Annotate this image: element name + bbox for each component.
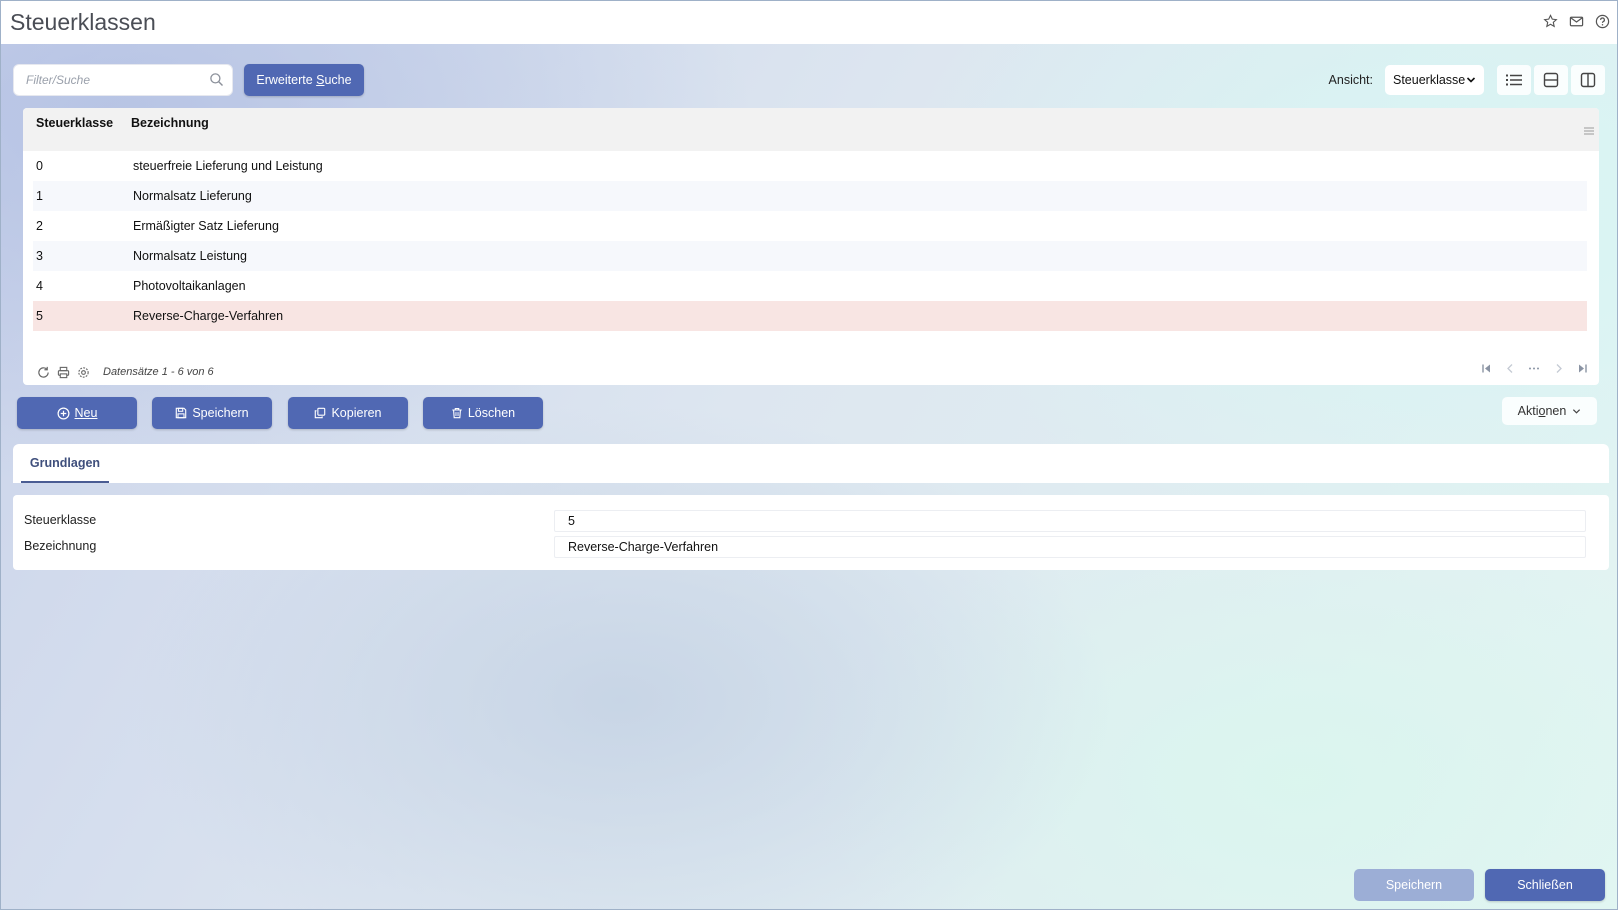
settings-gear-icon[interactable] <box>73 366 93 379</box>
chevron-down-icon <box>1573 408 1581 414</box>
cell-steuerklasse: 3 <box>36 249 43 263</box>
help-icon[interactable] <box>1593 12 1611 30</box>
list-icon <box>1506 74 1522 86</box>
search-icon[interactable] <box>209 72 224 90</box>
view-controls: Ansicht: Steuerklasse <box>1329 64 1605 96</box>
floppy-disk-icon <box>176 407 187 419</box>
table-row-selected[interactable]: 5 Reverse-Charge-Verfahren <box>33 301 1587 331</box>
table-row[interactable]: 0 steuerfreie Lieferung und Leistung <box>33 151 1587 181</box>
form-row-steuerklasse: Steuerklasse <box>13 510 1609 532</box>
advanced-search-label-post: uche <box>324 73 352 87</box>
cell-bezeichnung: Normalsatz Leistung <box>133 249 247 263</box>
previous-page-icon[interactable] <box>1503 363 1517 374</box>
delete-button[interactable]: Löschen <box>423 397 543 429</box>
copy-button[interactable]: Kopieren <box>288 397 408 429</box>
mail-icon[interactable] <box>1567 12 1585 30</box>
new-button-label: Neu <box>74 406 98 420</box>
view-select[interactable]: Steuerklasse <box>1385 65 1484 95</box>
bezeichnung-field[interactable] <box>554 536 1586 558</box>
form-row-bezeichnung: Bezeichnung <box>13 536 1609 558</box>
cell-bezeichnung: Reverse-Charge-Verfahren <box>133 309 284 323</box>
tab-bar: Grundlagen <box>13 444 1609 483</box>
first-page-icon[interactable] <box>1479 363 1493 374</box>
data-grid: Steuerklasse Bezeichnung 0 steuerfreie L… <box>23 108 1599 385</box>
table-row[interactable]: 2 Ermäßigter Satz Lieferung <box>33 211 1587 241</box>
column-menu-icon[interactable] <box>1583 124 1595 139</box>
cell-bezeichnung: steuerfreie Lieferung und Leistung <box>133 159 323 173</box>
cell-steuerklasse: 2 <box>36 219 43 233</box>
action-toolbar: Neu Speichern Kopieren Löschen Aktionen <box>17 397 1597 429</box>
split-horizontal-button[interactable] <box>1534 65 1568 95</box>
list-view-button[interactable] <box>1497 65 1531 95</box>
close-button[interactable]: Schließen <box>1485 869 1605 901</box>
table-row[interactable]: 1 Normalsatz Lieferung <box>33 181 1587 211</box>
view-label: Ansicht: <box>1328 73 1373 87</box>
search-row: Erweiterte Suche Ansicht: Steuerklasse <box>13 64 1605 96</box>
steuerklasse-label: Steuerklasse <box>24 513 97 527</box>
actions-label-pre: Akti <box>1517 404 1539 418</box>
column-header-bezeichnung[interactable]: Bezeichnung <box>131 116 209 130</box>
cell-bezeichnung: Normalsatz Lieferung <box>133 189 252 203</box>
footer-save-button[interactable]: Speichern <box>1354 869 1474 901</box>
chevron-down-icon <box>1466 77 1476 83</box>
refresh-icon[interactable] <box>33 366 53 379</box>
cell-bezeichnung: Photovoltaikanlagen <box>133 279 246 293</box>
grid-header: Steuerklasse Bezeichnung <box>23 108 1599 151</box>
table-row[interactable]: 3 Normalsatz Leistung <box>33 241 1587 271</box>
cell-steuerklasse: 0 <box>36 159 43 173</box>
more-pages-icon[interactable] <box>1527 363 1541 374</box>
split-vertical-button[interactable] <box>1571 65 1605 95</box>
save-button-label: Speichern <box>192 406 249 420</box>
split-vertical-icon <box>1580 72 1596 88</box>
search-input[interactable] <box>14 65 194 95</box>
save-button[interactable]: Speichern <box>152 397 272 429</box>
last-page-icon[interactable] <box>1575 363 1589 374</box>
pager <box>1479 363 1589 374</box>
delete-button-label: Löschen <box>467 406 516 420</box>
advanced-search-label-pre: Erweiterte <box>256 73 317 87</box>
new-button[interactable]: Neu <box>17 397 137 429</box>
bezeichnung-label: Bezeichnung <box>24 539 97 553</box>
view-select-value: Steuerklasse <box>1393 73 1466 87</box>
cell-steuerklasse: 4 <box>36 279 43 293</box>
page-title: Steuerklassen <box>10 9 156 35</box>
steuerklasse-field[interactable] <box>554 510 1586 532</box>
grid-footer: Datensätze 1 - 6 von 6 <box>33 363 1589 381</box>
star-icon[interactable] <box>1541 12 1559 30</box>
detail-form: Steuerklasse Bezeichnung <box>13 495 1609 570</box>
records-count: Datensätze 1 - 6 von 6 <box>103 366 214 378</box>
split-horizontal-icon <box>1543 72 1559 88</box>
cell-steuerklasse: 1 <box>36 189 43 203</box>
copy-icon <box>315 407 326 419</box>
cell-steuerklasse: 5 <box>36 309 43 323</box>
trash-icon <box>452 407 462 419</box>
tab-grundlagen[interactable]: Grundlagen <box>21 444 109 483</box>
search-box <box>13 64 233 96</box>
actions-dropdown-button[interactable]: Aktionen <box>1502 397 1597 425</box>
cell-bezeichnung: Ermäßigter Satz Lieferung <box>133 219 279 233</box>
top-icon-group <box>1541 12 1611 30</box>
plus-circle-icon <box>57 407 70 419</box>
grid-body: 0 steuerfreie Lieferung und Leistung 1 N… <box>33 151 1587 331</box>
table-row[interactable]: 4 Photovoltaikanlagen <box>33 271 1587 301</box>
next-page-icon[interactable] <box>1551 363 1565 374</box>
actions-label-post: nen <box>1545 404 1567 418</box>
copy-button-label: Kopieren <box>331 406 382 420</box>
dialog-footer: Speichern Schließen <box>1354 869 1605 901</box>
advanced-search-button[interactable]: Erweiterte Suche <box>244 64 364 96</box>
title-bar: Steuerklassen <box>1 1 1617 44</box>
column-header-steuerklasse[interactable]: Steuerklasse <box>36 116 113 130</box>
print-icon[interactable] <box>53 366 73 379</box>
